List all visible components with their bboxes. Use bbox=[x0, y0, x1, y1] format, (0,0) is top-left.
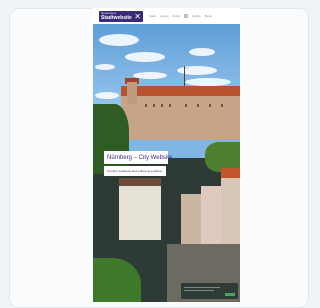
window bbox=[169, 104, 171, 107]
cloud bbox=[125, 52, 165, 62]
cookie-text-line bbox=[184, 287, 220, 288]
flagpole bbox=[184, 66, 185, 88]
tower bbox=[127, 82, 137, 104]
castle bbox=[121, 92, 240, 140]
site-logo[interactable]: Nuremberg Stadtwebsite ✕ bbox=[99, 10, 143, 22]
half-timbered-house bbox=[119, 184, 161, 240]
cloud bbox=[185, 78, 231, 86]
window bbox=[209, 104, 211, 107]
cookie-banner bbox=[181, 283, 238, 299]
site-header: Nuremberg Stadtwebsite ✕ Stadt Leben Kul… bbox=[93, 8, 240, 24]
logo-name: Stadtwebsite bbox=[101, 14, 132, 21]
flag bbox=[185, 66, 189, 69]
hero-title: Nürnberg – City Website bbox=[107, 154, 173, 161]
house bbox=[221, 174, 240, 244]
castle-roof bbox=[121, 86, 240, 96]
cookie-accept-button[interactable] bbox=[225, 293, 235, 296]
house bbox=[201, 186, 221, 244]
window bbox=[221, 104, 223, 107]
nav-item-kultur[interactable]: Kultur bbox=[172, 14, 180, 18]
search-icon[interactable] bbox=[184, 14, 189, 18]
cloud bbox=[189, 48, 215, 56]
logo-mark-icon: ✕ bbox=[134, 11, 141, 21]
hero-subtitle: Tourism, business and culture at a glanc… bbox=[107, 169, 163, 173]
house bbox=[181, 194, 201, 244]
cloud bbox=[99, 34, 139, 46]
window bbox=[161, 104, 163, 107]
nav-item-stadt[interactable]: Stadt bbox=[149, 14, 156, 18]
top-nav: Stadt Leben Kultur Suche Menü bbox=[149, 14, 212, 18]
nav-item-menu[interactable]: Menü bbox=[205, 14, 213, 18]
window bbox=[197, 104, 199, 107]
cloud bbox=[95, 92, 119, 99]
cloud bbox=[95, 64, 115, 70]
window bbox=[145, 104, 147, 107]
house-roof bbox=[221, 168, 240, 178]
hero-subtitle-box: Tourism, business and culture at a glanc… bbox=[104, 166, 166, 176]
cloud bbox=[177, 66, 217, 75]
hero-title-box: Nürnberg – City Website bbox=[104, 151, 172, 164]
window bbox=[153, 104, 155, 107]
nav-item-leben[interactable]: Leben bbox=[160, 14, 168, 18]
house-roof bbox=[119, 178, 161, 186]
cookie-text-line bbox=[184, 290, 214, 291]
window bbox=[185, 104, 187, 107]
nav-item-suche[interactable]: Suche bbox=[192, 14, 201, 18]
